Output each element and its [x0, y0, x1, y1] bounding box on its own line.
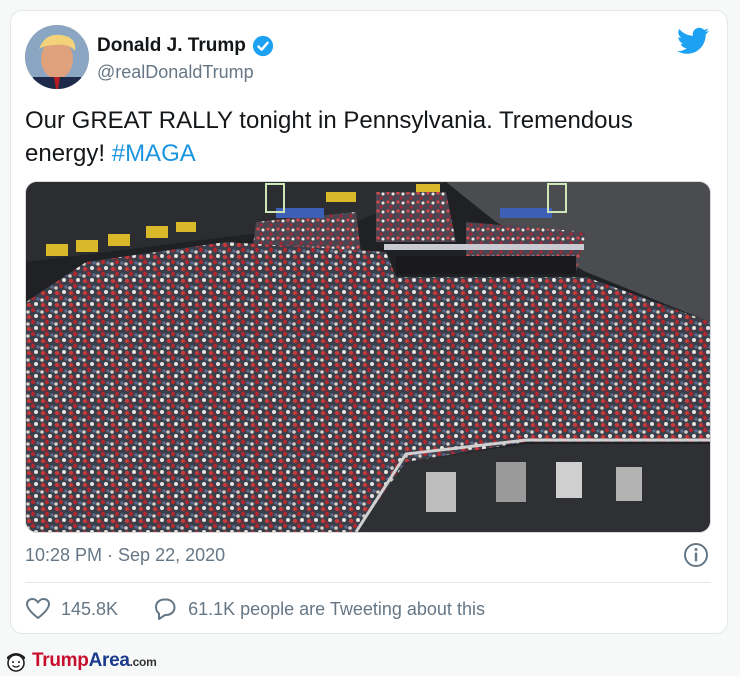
tweet-card: Donald J. Trump @realDonaldTrump Our GRE…: [10, 10, 728, 634]
twitter-bird-icon[interactable]: [677, 27, 709, 55]
like-button[interactable]: 145.8K: [25, 597, 118, 621]
tweeting-link[interactable]: 61.1K people are Tweeting about this: [152, 597, 485, 621]
watermark-trump: Trump: [32, 650, 89, 671]
comment-icon: [155, 598, 176, 620]
avatar[interactable]: [25, 25, 89, 89]
divider: [25, 582, 711, 583]
author-name[interactable]: Donald J. Trump: [97, 35, 246, 57]
heart-icon: [26, 598, 50, 619]
like-count: 145.8K: [61, 598, 119, 619]
tweeting-count: 61.1K people are Tweeting about this: [188, 598, 485, 619]
verified-badge-icon: [252, 35, 273, 57]
hashtag-link[interactable]: #MAGA: [112, 140, 196, 167]
info-icon[interactable]: [683, 542, 709, 568]
watermark-area: Area: [88, 650, 130, 671]
smiley-hat-icon: [7, 653, 25, 672]
tweet-text: Our GREAT RALLY tonight in Pennsylvania.…: [25, 104, 705, 170]
author-handle[interactable]: @realDonaldTrump: [97, 62, 254, 83]
tweet-timestamp[interactable]: 10:28 PM · Sep 22, 2020: [25, 545, 225, 566]
watermark-com: .com: [129, 655, 157, 669]
rally-photo[interactable]: [25, 181, 711, 533]
tweet-actions: 145.8K 61.1K people are Tweeting about t…: [25, 597, 485, 621]
watermark-text: TrumpArea.com: [32, 650, 157, 672]
trumparea-watermark: TrumpArea.com: [4, 650, 157, 672]
